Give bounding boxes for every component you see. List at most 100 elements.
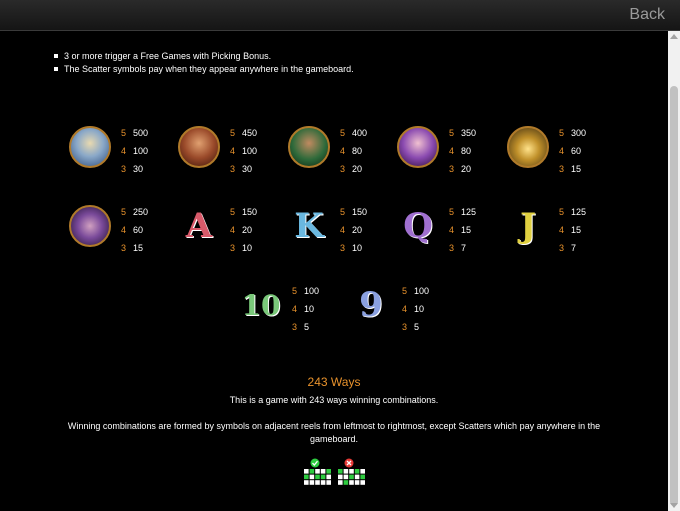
- reel-cell: [309, 480, 315, 485]
- symbol-count: 4: [340, 225, 346, 235]
- reel-cell: [326, 480, 331, 485]
- symbol-count: 4: [559, 225, 565, 235]
- scrollbar[interactable]: [668, 31, 680, 511]
- payout-value: 100: [414, 286, 430, 296]
- symbol-count: 3: [402, 322, 408, 332]
- symbol-count: 5: [402, 286, 408, 296]
- payout-value: 350: [461, 128, 477, 138]
- letter-a-icon: A: [185, 206, 213, 246]
- paytable-content: 3 or more trigger a Free Games with Pick…: [0, 31, 668, 511]
- payout-list: 5 150 4 20 3 10: [340, 203, 367, 257]
- payout-row: 5 350: [449, 124, 476, 142]
- payout-value: 30: [242, 164, 253, 174]
- scrollbar-thumb[interactable]: [670, 86, 678, 506]
- reel-cell: [349, 474, 354, 480]
- payout-value: 20: [352, 164, 363, 174]
- payout-row: 5 450: [230, 124, 257, 142]
- symbol-count: 4: [559, 146, 565, 156]
- payout-row: 4 10: [292, 300, 319, 318]
- symbol-count: 5: [449, 207, 455, 217]
- payout-row: 4 15: [449, 221, 476, 239]
- symbol-count: 4: [402, 304, 408, 314]
- reel-cell: [304, 480, 309, 485]
- reel-cell: [309, 474, 315, 480]
- payout-row: 5 125: [559, 203, 586, 221]
- ways-title: 243 Ways: [307, 375, 361, 389]
- reel-cell: [349, 480, 354, 485]
- payout-value: 15: [133, 243, 144, 253]
- symbol-count: 5: [449, 128, 455, 138]
- payout-list: 5 125 4 15 3 7: [559, 203, 586, 257]
- symbol-count: 3: [340, 243, 346, 253]
- payout-value: 5: [414, 322, 420, 332]
- symbol-count: 4: [449, 225, 455, 235]
- payout-value: 10: [242, 243, 253, 253]
- reel-cell: [343, 474, 349, 480]
- reel-cell: [354, 474, 360, 480]
- symbol-count: 5: [121, 207, 127, 217]
- payout-row: 3 20: [449, 160, 476, 178]
- symbol-count: 5: [340, 207, 346, 217]
- symbol-count: 3: [230, 243, 236, 253]
- queen-portrait-icon: [397, 126, 439, 168]
- symbol-count: 3: [230, 164, 236, 174]
- payout-row: 3 15: [121, 239, 148, 257]
- payout-row: 3 30: [230, 160, 257, 178]
- symbol-count: 4: [340, 146, 346, 156]
- symbol-count: 3: [449, 164, 455, 174]
- payout-list: 5 400 4 80 3 20: [340, 124, 367, 178]
- reel-cell: [360, 480, 365, 485]
- symbol-count: 3: [292, 322, 298, 332]
- symbol-count: 3: [121, 243, 127, 253]
- reel-cell: [343, 480, 349, 485]
- symbol-count: 5: [340, 128, 346, 138]
- payout-row: 4 20: [340, 221, 367, 239]
- payout-value: 150: [352, 207, 368, 217]
- payout-value: 100: [304, 286, 320, 296]
- payout-value: 30: [133, 164, 144, 174]
- symbol-count: 5: [559, 128, 565, 138]
- payout-list: 5 450 4 100 3 30: [230, 124, 257, 178]
- letter-k-icon: K: [294, 206, 324, 246]
- payout-row: 3 30: [121, 160, 148, 178]
- reel-cell: [304, 469, 309, 474]
- payout-row: 5 250: [121, 203, 148, 221]
- payout-row: 4 80: [340, 142, 367, 160]
- payout-row: 3 15: [559, 160, 586, 178]
- symbol-count: 4: [449, 146, 455, 156]
- back-button[interactable]: Back: [629, 6, 665, 24]
- payout-list: 5 300 4 60 3 15: [559, 124, 586, 178]
- payout-value: 20: [352, 225, 363, 235]
- reel-cell: [354, 469, 360, 474]
- symbol-count: 4: [230, 146, 236, 156]
- payout-list: 5 250 4 60 3 15: [121, 203, 148, 257]
- payout-row: 35: [292, 318, 319, 336]
- bullet-item: The Scatter symbols pay when they appear…: [54, 63, 354, 76]
- scroll-down-arrow-icon[interactable]: [670, 503, 678, 508]
- payout-row: 5 100: [402, 282, 429, 300]
- ways-description: This is a game with 243 ways winning com…: [229, 395, 439, 405]
- payout-value: 10: [352, 243, 363, 253]
- payout-value: 100: [133, 146, 149, 156]
- scroll-up-arrow-icon[interactable]: [670, 34, 678, 39]
- payout-value: 125: [461, 207, 477, 217]
- payout-list: 5 100 4 10 3 5: [292, 282, 319, 336]
- payout-row: 5 400: [340, 124, 367, 142]
- reel-cell: [320, 480, 326, 485]
- reel-cell: [338, 480, 343, 485]
- reel-cell: [360, 474, 365, 480]
- payout-row: 4 60: [559, 142, 586, 160]
- payout-value: 450: [242, 128, 258, 138]
- payout-row: 5 300: [559, 124, 586, 142]
- reel-cell: [326, 469, 331, 474]
- reel-cell: [320, 469, 326, 474]
- rogue-portrait-icon: [288, 126, 330, 168]
- payout-value: 20: [461, 164, 472, 174]
- payout-list: 5 350 4 80 3 20: [449, 124, 476, 178]
- payout-row: 4 15: [559, 221, 586, 239]
- payout-value: 80: [461, 146, 472, 156]
- payout-value: 10: [414, 304, 425, 314]
- payout-value: 300: [571, 128, 587, 138]
- payout-row: 5 150: [340, 203, 367, 221]
- payout-value: 10: [304, 304, 315, 314]
